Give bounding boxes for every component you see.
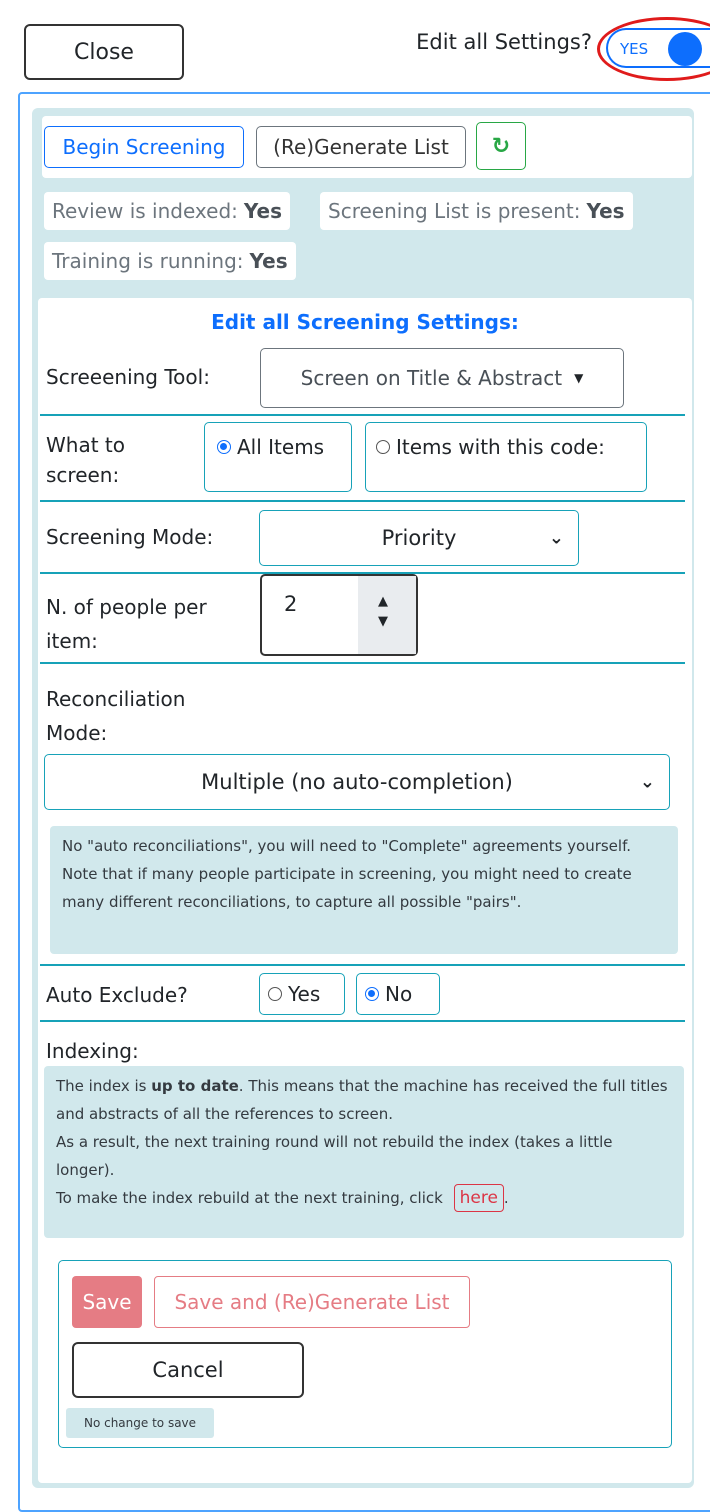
radio-all-items[interactable] [217,439,231,454]
auto-yes-label: Yes [288,982,321,1006]
divider [40,964,685,966]
screening-mode-select[interactable]: Priority ⌄ [259,510,579,566]
index-text-bold: up to date [151,1077,239,1095]
screening-tool-value: Screen on Title & Abstract [300,366,563,390]
divider [40,1020,685,1022]
status-indexed: Review is indexed: Yes [44,192,291,230]
here-button[interactable]: here [453,1184,504,1212]
status-list-present: Screening List is present: Yes [320,192,633,230]
items-with-code-label: Items with this code: [396,435,605,459]
index-text-end: . [503,1189,509,1207]
index-text-post: . This means that the machine has receiv… [56,1077,668,1123]
index-paragraph-1: The index is up to date. This means that… [56,1072,672,1128]
auto-exclude-label: Auto Exclude? [46,983,188,1007]
begin-screening-button[interactable]: Begin Screening [44,126,244,168]
reconciliation-mode-value: Multiple (no auto-completion) [201,770,513,794]
indexing-label: Indexing: [46,1039,139,1063]
divider [40,500,685,502]
chevron-down-icon: ⌄ [639,771,655,793]
divider [40,414,685,416]
all-items-option[interactable]: All Items [204,422,352,492]
status-training: Training is running: Yes [44,242,296,280]
people-per-item-stepper[interactable]: 2 ▲ ▼ [260,574,418,656]
settings-heading: Edit all Screening Settings: [211,310,519,334]
screening-tool-label: Screeening Tool: [46,365,210,389]
refresh-button[interactable]: ↻ [476,122,526,170]
items-with-code-option[interactable]: Items with this code: [365,422,647,492]
index-paragraph-3: To make the index rebuild at the next tr… [56,1184,672,1212]
radio-items-with-code[interactable] [376,439,390,454]
screening-tool-dropdown[interactable]: Screen on Title & Abstract ▼ [260,348,624,408]
arrow-up-icon[interactable]: ▲ [378,594,388,609]
stepper-buttons: ▲ ▼ [358,576,416,654]
edit-all-toggle[interactable]: YES [606,28,710,68]
status-value: Yes [243,199,283,223]
what-to-screen-label: What to screen: [46,430,125,490]
refresh-icon: ↻ [491,133,511,159]
toggle-knob [668,32,702,66]
auto-no-label: No [385,982,413,1006]
reconciliation-mode-select[interactable]: Multiple (no auto-completion) ⌄ [44,754,670,810]
save-and-regenerate-button[interactable]: Save and (Re)Generate List [154,1276,470,1328]
screening-mode-value: Priority [381,526,457,550]
index-text-pre: The index is [56,1077,147,1095]
cancel-button[interactable]: Cancel [72,1342,304,1398]
index-text-click: To make the index rebuild at the next tr… [56,1189,443,1207]
what-label-line1: What to [46,433,125,457]
divider [40,662,685,664]
reconciliation-mode-label: Reconciliation Mode: [46,684,185,748]
close-button[interactable]: Close [24,24,184,80]
regenerate-list-button[interactable]: (Re)Generate List [256,126,466,168]
index-paragraph-2: As a result, the next training round wil… [56,1133,613,1179]
status-label: Training is running: [52,249,244,273]
people-per-item-label: N. of people per item: [46,592,207,656]
screening-mode-label: Screening Mode: [46,525,214,549]
status-label: Screening List is present: [328,199,581,223]
status-value: Yes [586,199,625,223]
status-label: Review is indexed: [52,199,238,223]
people-label-line2: item: [46,629,98,653]
toggle-state-label: YES [620,40,649,58]
recon-label-line2: Mode: [46,721,108,745]
recon-label-line1: Reconciliation [46,687,186,711]
radio-auto-no[interactable] [365,986,379,1001]
people-label-line1: N. of people per [46,595,207,619]
status-value: Yes [249,249,288,273]
caret-down-icon: ▼ [574,371,584,385]
top-bar: Close Edit all Settings? YES [0,0,710,90]
save-button[interactable]: Save [72,1276,142,1328]
auto-exclude-no-option[interactable]: No [356,973,440,1015]
auto-exclude-yes-option[interactable]: Yes [259,973,345,1015]
chevron-down-icon: ⌄ [548,527,564,549]
edit-all-settings-label: Edit all Settings? [416,30,592,54]
radio-auto-yes[interactable] [268,986,282,1001]
reconciliation-note: No "auto reconciliations", you will need… [50,826,678,954]
what-label-line2: screen: [46,463,120,487]
indexing-note: The index is up to date. This means that… [44,1066,684,1238]
people-per-item-value: 2 [284,592,298,616]
all-items-label: All Items [237,435,325,459]
no-change-status: No change to save [66,1408,214,1438]
arrow-down-icon[interactable]: ▼ [378,614,388,629]
